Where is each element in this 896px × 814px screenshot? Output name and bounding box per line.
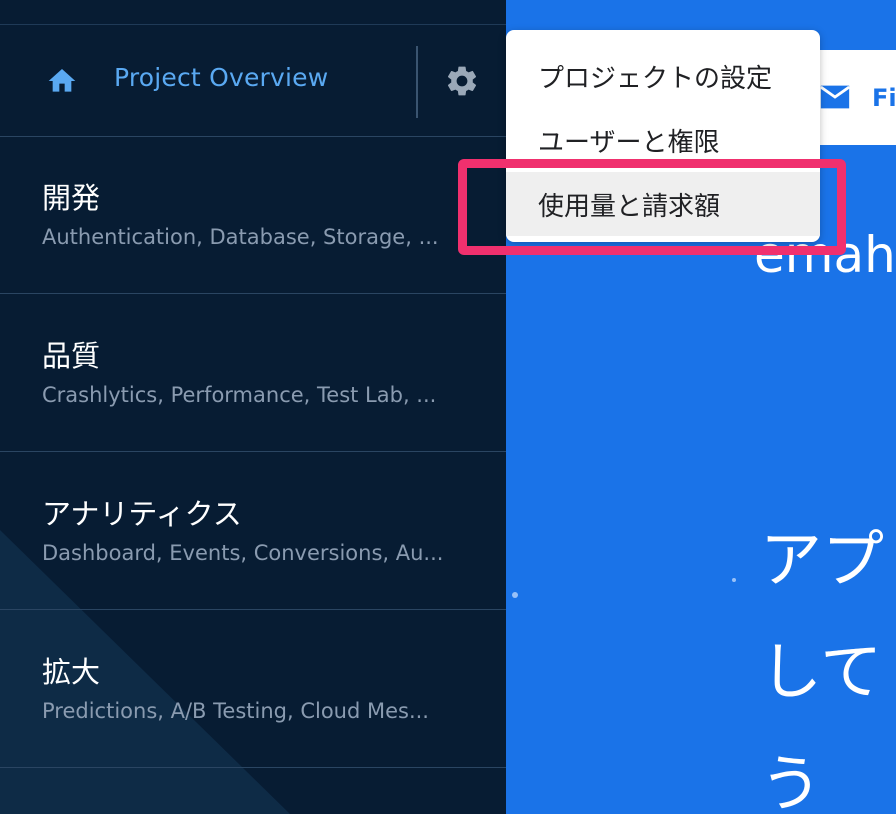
- menu-item-label: ユーザーと権限: [538, 128, 720, 158]
- sidebar-section-grow[interactable]: 拡大 Predictions, A/B Testing, Cloud Mes..…: [0, 611, 506, 768]
- section-title: アナリティクス: [42, 497, 242, 531]
- card-text: Fi: [872, 84, 896, 112]
- menu-item-label: 使用量と請求額: [538, 192, 721, 222]
- hero-line: して: [760, 635, 883, 708]
- sidebar-section-quality[interactable]: 品質 Crashlytics, Performance, Test Lab, .…: [0, 295, 506, 452]
- section-subtitle: Dashboard, Events, Conversions, Au...: [42, 541, 444, 565]
- menu-item-label: プロジェクトの設定: [538, 64, 773, 94]
- hero-line: う: [760, 747, 823, 814]
- sidebar: Project Overview 開発 Authentication, Data…: [0, 0, 506, 814]
- mail-icon: [820, 85, 850, 109]
- section-title: 品質: [42, 339, 101, 373]
- hero-line: アプ: [760, 523, 885, 596]
- menu-item-users-permissions[interactable]: ユーザーと権限: [506, 108, 820, 172]
- settings-menu: プロジェクトの設定 ユーザーと権限 使用量と請求額: [506, 30, 820, 242]
- menu-item-usage-billing[interactable]: 使用量と請求額: [506, 172, 820, 236]
- gear-icon[interactable]: [444, 63, 480, 99]
- firebase-console: Project Overview 開発 Authentication, Data…: [0, 0, 896, 814]
- sidebar-section-develop[interactable]: 開発 Authentication, Database, Storage, ..…: [0, 137, 506, 294]
- section-title: 開発: [42, 181, 101, 215]
- decor-dot: [732, 578, 736, 582]
- section-subtitle: Predictions, A/B Testing, Cloud Mes...: [42, 699, 429, 723]
- menu-item-project-settings[interactable]: プロジェクトの設定: [506, 44, 820, 108]
- sidebar-section-analytics[interactable]: アナリティクス Dashboard, Events, Conversions, …: [0, 453, 506, 610]
- section-subtitle: Crashlytics, Performance, Test Lab, ...: [42, 383, 437, 407]
- sidebar-header: Project Overview: [0, 25, 506, 137]
- home-icon[interactable]: [44, 65, 80, 97]
- project-overview-link[interactable]: Project Overview: [114, 63, 328, 92]
- section-subtitle: Authentication, Database, Storage, ...: [42, 225, 439, 249]
- header-divider: [416, 46, 418, 118]
- main-card[interactable]: Fi: [810, 50, 896, 145]
- decor-dot: [512, 592, 518, 598]
- hero-text: アプ して う: [760, 504, 896, 814]
- section-title: 拡大: [42, 655, 101, 689]
